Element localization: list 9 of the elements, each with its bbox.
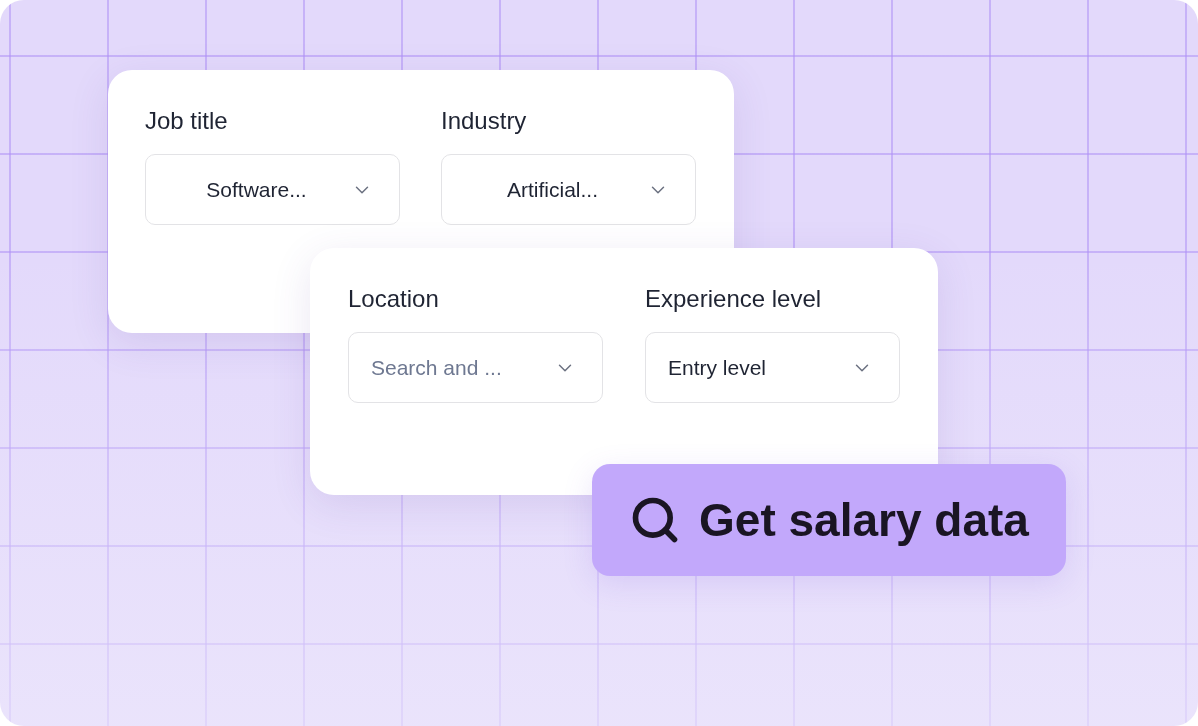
get-salary-data-button[interactable]: Get salary data bbox=[592, 464, 1066, 576]
field-label: Industry bbox=[441, 106, 527, 136]
field-label: Location bbox=[348, 284, 439, 314]
field-label: Job title bbox=[145, 106, 228, 136]
dropdown-field[interactable]: Software... bbox=[145, 154, 400, 225]
dropdown-field[interactable]: Artificial... bbox=[441, 154, 696, 225]
dropdown-field[interactable]: Entry level bbox=[645, 332, 900, 403]
dropdown-field[interactable]: Search and ... bbox=[348, 332, 603, 403]
field-label: Experience level bbox=[645, 284, 822, 314]
